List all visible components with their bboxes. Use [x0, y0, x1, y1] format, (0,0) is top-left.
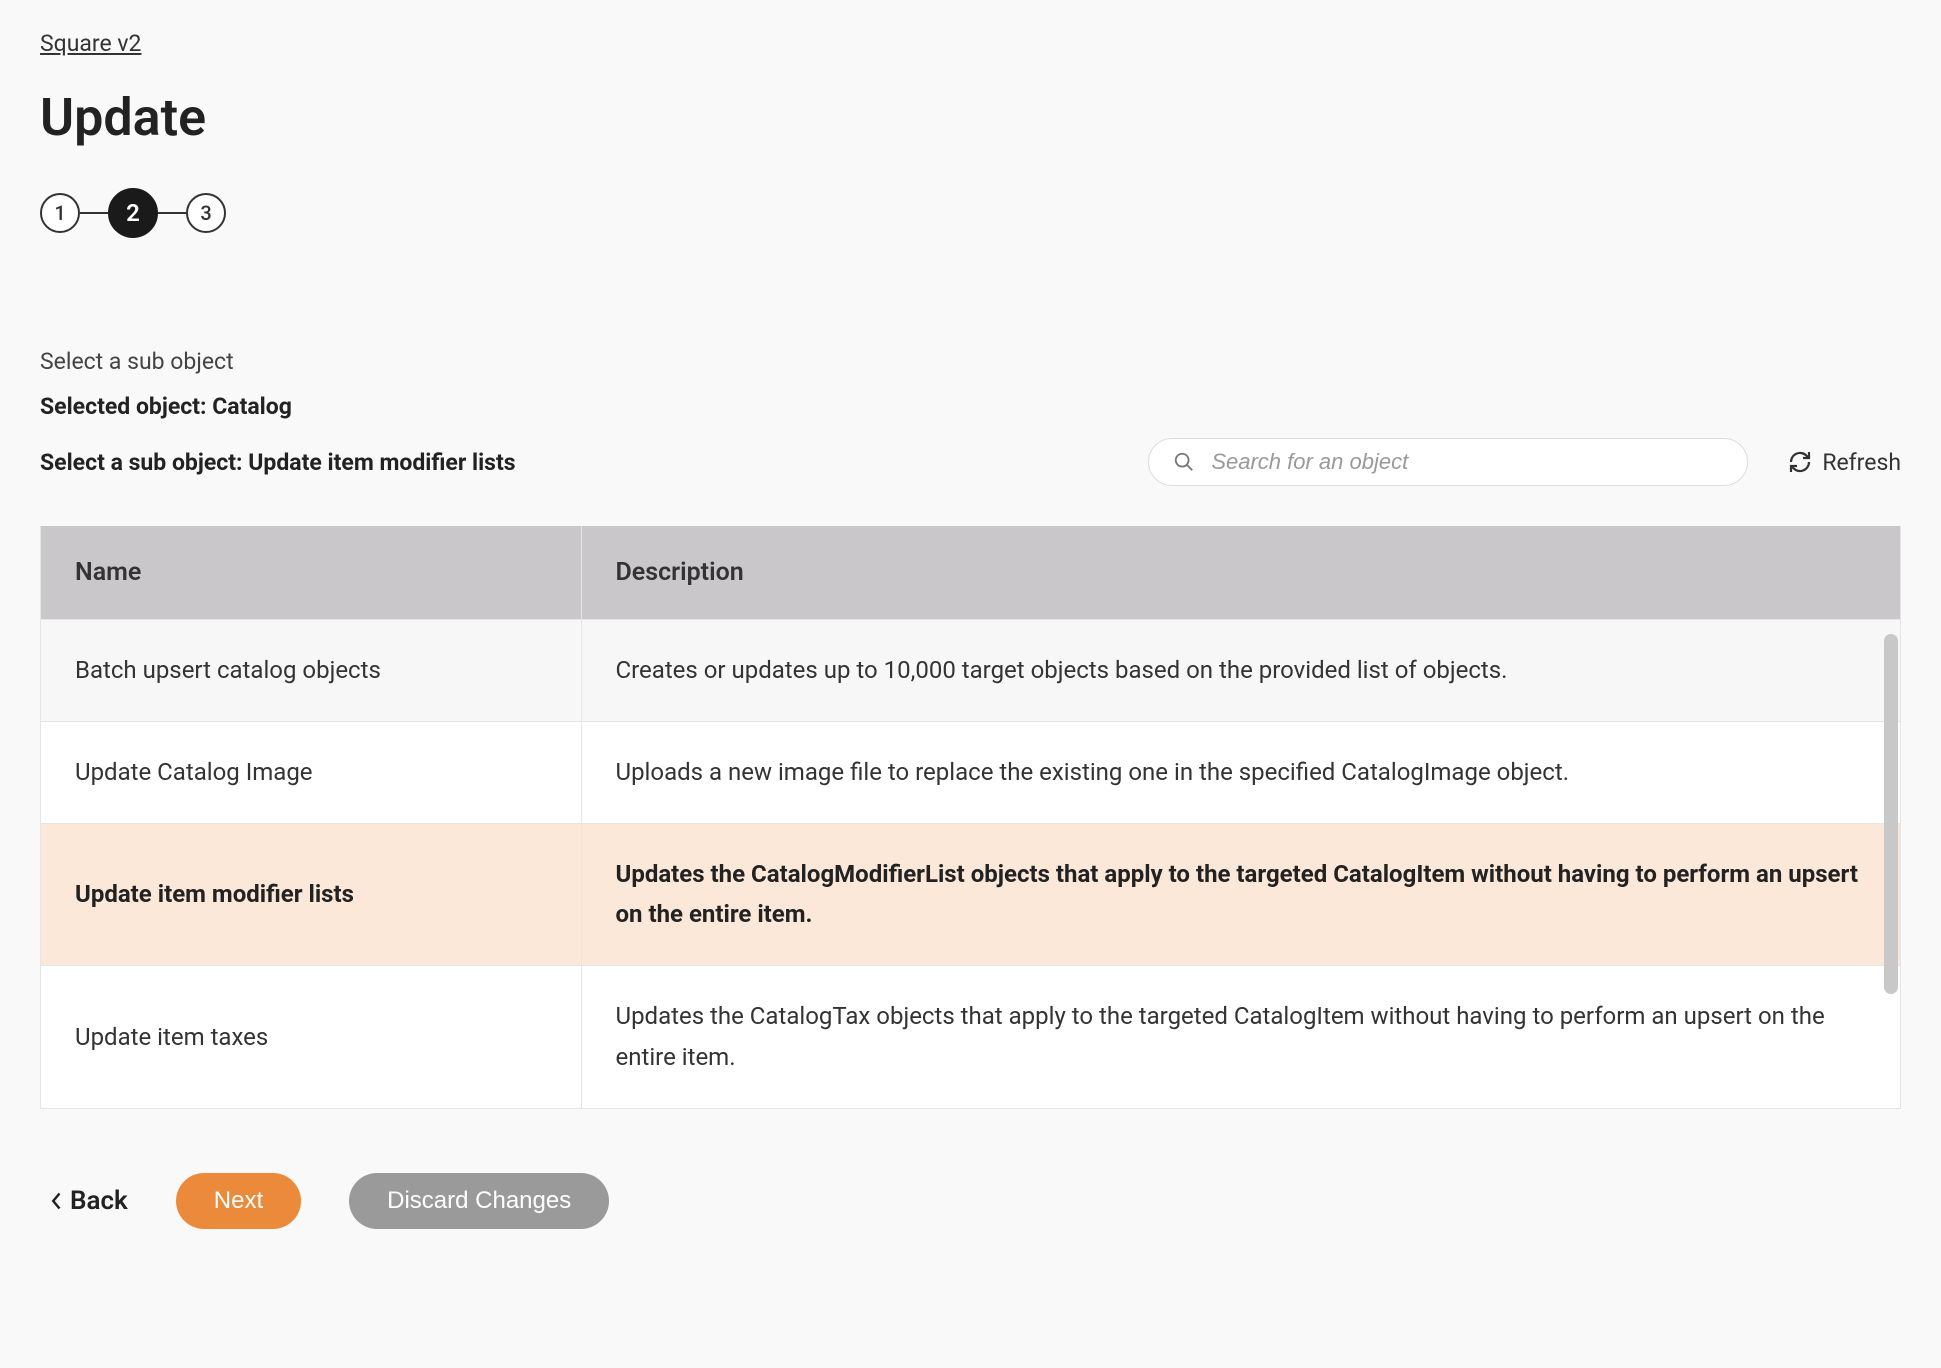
refresh-label: Refresh — [1822, 449, 1901, 476]
breadcrumb-link[interactable]: Square v2 — [40, 30, 141, 57]
search-icon — [1173, 451, 1195, 473]
scrollbar[interactable] — [1884, 634, 1898, 994]
row-description: Uploads a new image file to replace the … — [581, 721, 1900, 823]
step-connector — [80, 212, 108, 214]
section-label: Select a sub object — [40, 348, 1901, 375]
col-description[interactable]: Description — [581, 526, 1900, 620]
step-2[interactable]: 2 — [108, 188, 158, 238]
sub-object-value: Update item modifier lists — [248, 449, 515, 476]
refresh-button[interactable]: Refresh — [1788, 449, 1901, 476]
sub-object-prefix: Select a sub object: — [40, 449, 248, 476]
step-connector — [158, 212, 186, 214]
next-button[interactable]: Next — [176, 1173, 301, 1229]
back-label: Back — [70, 1186, 128, 1216]
refresh-icon — [1788, 450, 1812, 474]
selected-object-value: Catalog — [212, 393, 292, 420]
search-box[interactable] — [1148, 438, 1748, 486]
page-title: Update — [40, 87, 1901, 148]
col-name[interactable]: Name — [41, 526, 581, 620]
row-name: Update item taxes — [41, 966, 581, 1108]
step-1[interactable]: 1 — [40, 193, 80, 233]
back-button[interactable]: Back — [50, 1186, 128, 1216]
table-row[interactable]: Batch upsert catalog objectsCreates or u… — [41, 620, 1900, 722]
selected-object-line: Selected object: Catalog — [40, 393, 1901, 420]
row-description: Updates the CatalogTax objects that appl… — [581, 966, 1900, 1108]
row-description: Updates the CatalogModifierList objects … — [581, 823, 1900, 966]
footer-actions: Back Next Discard Changes — [40, 1173, 1901, 1229]
object-table: Name Description Batch upsert catalog ob… — [40, 526, 1901, 1109]
sub-object-line: Select a sub object: Update item modifie… — [40, 449, 516, 476]
table-row[interactable]: Update item taxesUpdates the CatalogTax … — [41, 966, 1900, 1108]
step-3[interactable]: 3 — [186, 193, 226, 233]
row-description: Creates or updates up to 10,000 target o… — [581, 620, 1900, 722]
row-name: Update Catalog Image — [41, 721, 581, 823]
chevron-left-icon — [50, 1191, 64, 1211]
row-name: Batch upsert catalog objects — [41, 620, 581, 722]
table-row[interactable]: Update item modifier listsUpdates the Ca… — [41, 823, 1900, 966]
discard-button[interactable]: Discard Changes — [349, 1173, 609, 1229]
table-row[interactable]: Update Catalog ImageUploads a new image … — [41, 721, 1900, 823]
stepper: 1 2 3 — [40, 188, 1901, 238]
row-name: Update item modifier lists — [41, 823, 581, 966]
search-input[interactable] — [1211, 449, 1723, 475]
selected-object-prefix: Selected object: — [40, 393, 212, 420]
